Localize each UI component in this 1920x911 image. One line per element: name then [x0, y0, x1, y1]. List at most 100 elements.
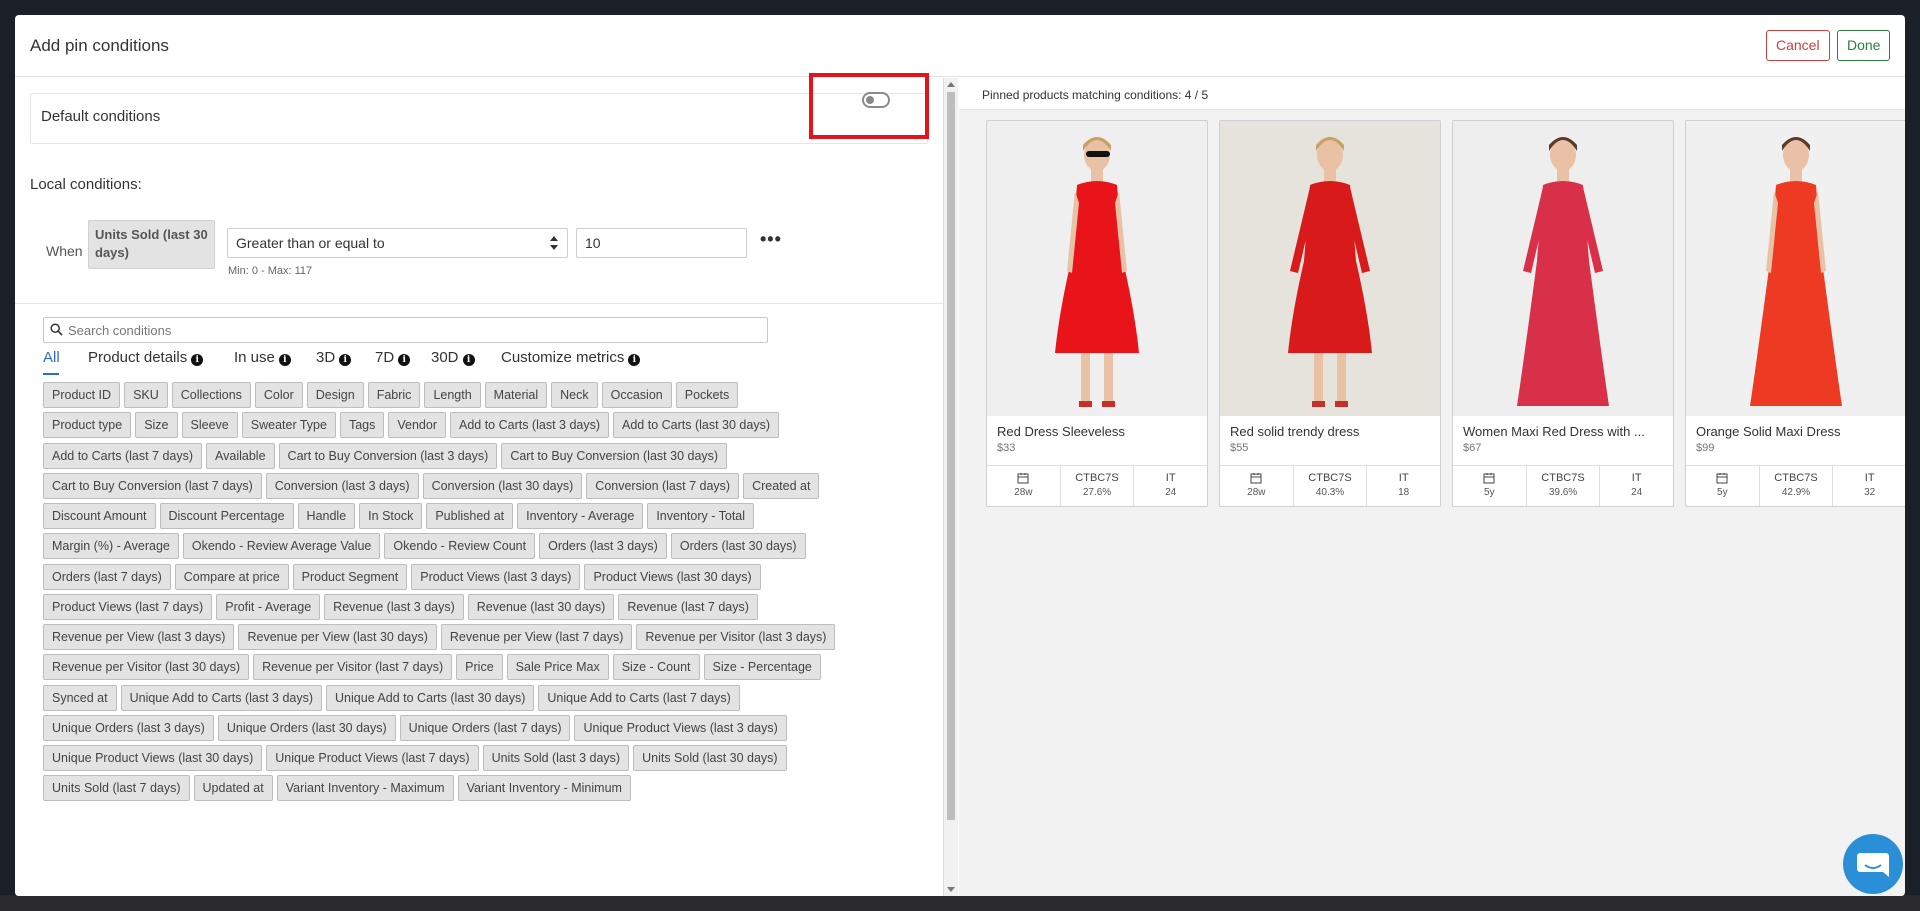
tab-all[interactable]: All — [43, 349, 60, 375]
condition-chip[interactable]: Size — [135, 412, 178, 439]
chat-button[interactable] — [1843, 834, 1903, 894]
product-name[interactable]: Orange Solid Maxi Dress — [1696, 424, 1900, 439]
info-icon[interactable]: i — [278, 354, 291, 366]
condition-chip[interactable]: Updated at — [193, 775, 273, 802]
info-icon[interactable]: i — [628, 354, 641, 366]
condition-chip[interactable]: Add to Carts (last 3 days) — [449, 412, 610, 439]
product-name[interactable]: Women Maxi Red Dress with ... — [1463, 424, 1667, 439]
condition-chip[interactable]: Color — [254, 382, 303, 408]
condition-chip[interactable]: Variant Inventory - Minimum — [457, 775, 631, 802]
condition-chip[interactable]: Unique Add to Carts (last 30 days) — [326, 684, 535, 711]
condition-chip[interactable]: Published at — [426, 503, 514, 529]
tab-customize-metrics[interactable]: Customize metrics i — [501, 349, 641, 366]
condition-chip[interactable]: Pockets — [675, 382, 739, 408]
condition-chip[interactable]: Revenue per View (last 3 days) — [43, 624, 235, 650]
condition-chip[interactable]: Revenue (last 30 days) — [467, 593, 615, 620]
condition-chip[interactable]: Vendor — [388, 412, 446, 439]
more-options-icon[interactable]: ••• — [760, 229, 782, 250]
condition-chip[interactable]: Sale Price Max — [506, 654, 609, 681]
condition-chip[interactable]: Add to Carts (last 7 days) — [43, 442, 203, 469]
condition-chip[interactable]: Unique Product Views (last 30 days) — [43, 745, 263, 771]
condition-chip[interactable]: SKU — [124, 382, 168, 408]
condition-chip[interactable]: Orders (last 30 days) — [670, 533, 806, 560]
condition-chip[interactable]: Units Sold (last 3 days) — [482, 745, 630, 771]
condition-chip[interactable]: Revenue per View (last 7 days) — [440, 624, 633, 650]
product-card[interactable]: Women Maxi Red Dress with ... $67 5y CTB… — [1452, 120, 1674, 507]
condition-chip[interactable]: Product Segment — [292, 563, 408, 590]
condition-chip[interactable]: Handle — [297, 503, 356, 529]
condition-chip[interactable]: Margin (%) - Average — [43, 533, 179, 560]
condition-chip[interactable]: Inventory - Total — [647, 503, 755, 529]
left-panel-scrollbar[interactable] — [943, 78, 958, 896]
scroll-down-icon[interactable] — [947, 887, 955, 892]
scroll-thumb[interactable] — [947, 92, 955, 820]
info-icon[interactable]: i — [339, 354, 352, 366]
condition-chip[interactable]: Sleeve — [181, 412, 238, 439]
tab-30d[interactable]: 30D i — [431, 349, 475, 366]
condition-chip[interactable]: Unique Orders (last 30 days) — [217, 714, 396, 741]
product-card[interactable]: Red solid trendy dress $55 28w CTBC7S 40… — [1219, 120, 1441, 507]
condition-chip[interactable]: Product Views (last 3 days) — [411, 563, 581, 590]
condition-chip[interactable]: Material — [484, 382, 548, 408]
tab-product-details[interactable]: Product details i — [88, 349, 204, 366]
condition-chip[interactable]: Product type — [43, 412, 132, 439]
tab-in-use[interactable]: In use i — [234, 349, 291, 366]
condition-chip[interactable]: Revenue per Visitor (last 3 days) — [636, 624, 836, 650]
condition-chip[interactable]: Unique Add to Carts (last 3 days) — [120, 684, 323, 711]
product-name[interactable]: Red Dress Sleeveless — [997, 424, 1201, 439]
condition-chip[interactable]: Conversion (last 7 days) — [586, 472, 740, 499]
cancel-button[interactable]: Cancel — [1766, 30, 1830, 61]
condition-chip[interactable]: Cart to Buy Conversion (last 30 days) — [501, 442, 728, 469]
condition-chip[interactable]: Revenue per Visitor (last 30 days) — [43, 654, 250, 681]
info-icon[interactable]: i — [191, 354, 204, 366]
condition-chip[interactable]: In Stock — [359, 503, 423, 529]
condition-chip[interactable]: Discount Amount — [43, 503, 156, 529]
condition-chip[interactable]: Fabric — [367, 382, 421, 408]
condition-chip[interactable]: Unique Orders (last 7 days) — [399, 714, 571, 741]
condition-chip[interactable]: Collections — [171, 382, 251, 408]
condition-chip[interactable]: Discount Percentage — [159, 503, 294, 529]
condition-chip[interactable]: Inventory - Average — [517, 503, 644, 529]
condition-chip[interactable]: Neck — [551, 382, 598, 408]
condition-chip[interactable]: Size - Percentage — [703, 654, 821, 681]
condition-chip[interactable]: Sweater Type — [241, 412, 336, 439]
condition-chip[interactable]: Tags — [339, 412, 385, 439]
condition-chip[interactable]: Created at — [743, 472, 820, 499]
condition-chip[interactable]: Unique Product Views (last 7 days) — [266, 745, 479, 771]
condition-chip[interactable]: Conversion (last 30 days) — [422, 472, 583, 499]
condition-chip[interactable]: Revenue per View (last 30 days) — [238, 624, 437, 650]
product-card[interactable]: Orange Solid Maxi Dress $99 5y CTBC7S 42… — [1685, 120, 1905, 507]
done-button[interactable]: Done — [1837, 30, 1891, 61]
condition-chip[interactable]: Occasion — [601, 382, 672, 408]
condition-chip[interactable]: Available — [206, 442, 275, 469]
tab-7d[interactable]: 7D i — [375, 349, 411, 366]
condition-chip[interactable]: Orders (last 7 days) — [43, 563, 171, 590]
condition-chip[interactable]: Price — [456, 654, 503, 681]
condition-chip[interactable]: Revenue per Visitor (last 7 days) — [253, 654, 453, 681]
condition-chip[interactable]: Product Views (last 7 days) — [43, 593, 213, 620]
condition-chip[interactable]: Revenue (last 7 days) — [618, 593, 758, 620]
condition-chip[interactable]: Conversion (last 3 days) — [265, 472, 419, 499]
condition-chip[interactable]: Synced at — [43, 684, 117, 711]
condition-chip[interactable]: Okendo - Review Count — [384, 533, 536, 560]
condition-chip[interactable]: Profit - Average — [216, 593, 321, 620]
condition-chip[interactable]: Cart to Buy Conversion (last 3 days) — [278, 442, 498, 469]
condition-chip[interactable]: Okendo - Review Average Value — [182, 533, 381, 560]
condition-chip[interactable]: Units Sold (last 7 days) — [43, 775, 190, 802]
info-icon[interactable]: i — [462, 354, 475, 366]
search-conditions-box[interactable] — [43, 317, 768, 343]
condition-chip[interactable]: Unique Orders (last 3 days) — [43, 714, 214, 741]
condition-chip[interactable]: Product ID — [43, 382, 121, 408]
info-icon[interactable]: i — [398, 354, 411, 366]
product-name[interactable]: Red solid trendy dress — [1230, 424, 1434, 439]
condition-chip[interactable]: Variant Inventory - Maximum — [276, 775, 454, 802]
condition-chip[interactable]: Design — [306, 382, 364, 408]
condition-metric-chip[interactable]: Units Sold (last 30 days) — [88, 220, 215, 269]
condition-chip[interactable]: Cart to Buy Conversion (last 7 days) — [43, 472, 262, 499]
condition-chip[interactable]: Size - Count — [612, 654, 700, 681]
condition-chip[interactable]: Units Sold (last 30 days) — [633, 745, 787, 771]
condition-value-input[interactable] — [576, 228, 747, 258]
product-card[interactable]: Red Dress Sleeveless $33 28w CTBC7S 27.6… — [986, 120, 1208, 507]
condition-chip[interactable]: Compare at price — [174, 563, 289, 590]
condition-chip[interactable]: Add to Carts (last 30 days) — [613, 412, 779, 439]
